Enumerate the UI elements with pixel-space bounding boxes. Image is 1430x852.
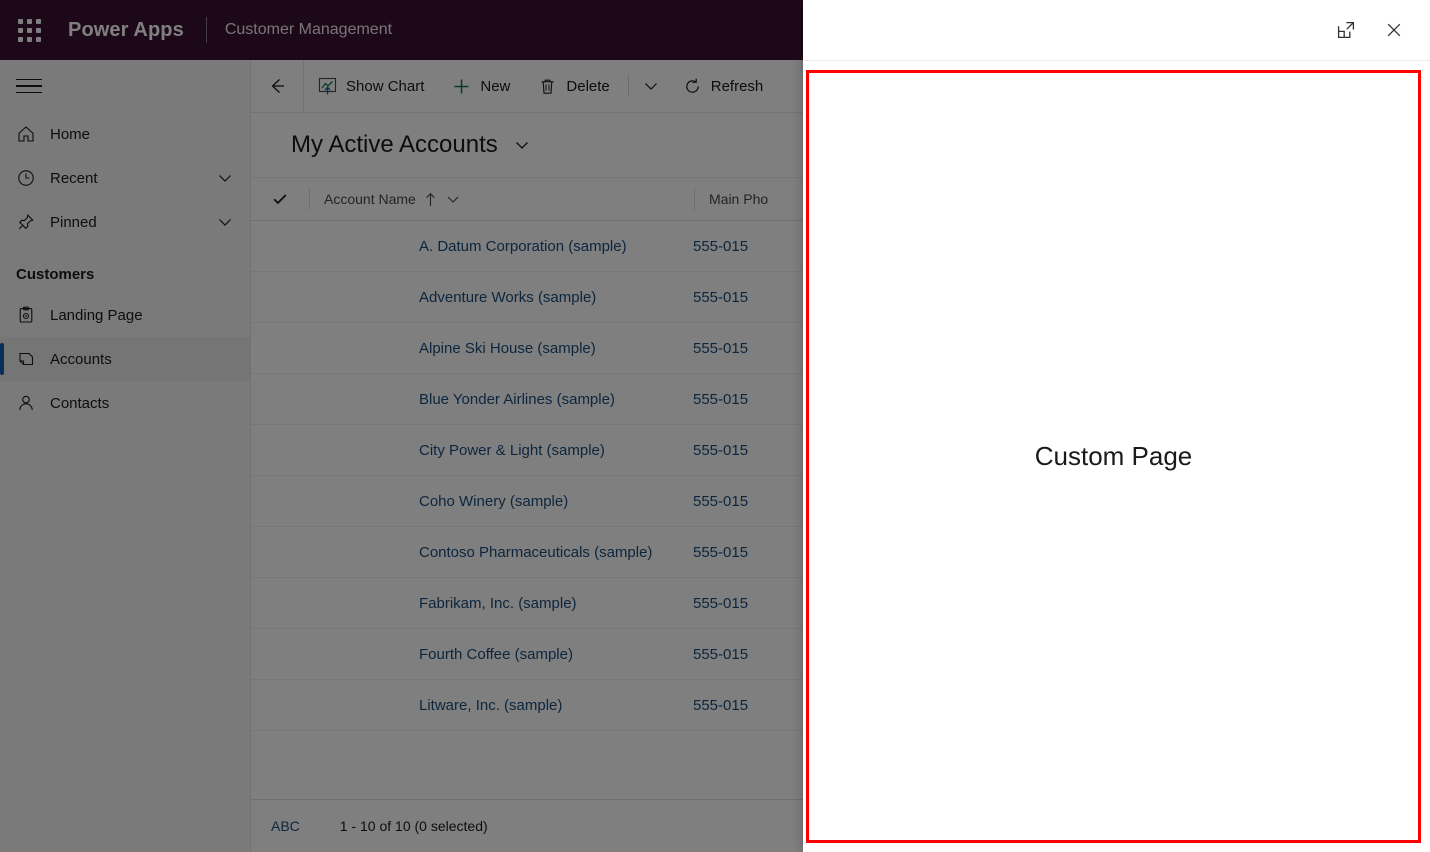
popout-button[interactable] — [1326, 10, 1366, 50]
close-button[interactable] — [1374, 10, 1414, 50]
custom-page-canvas[interactable]: Custom Page — [806, 70, 1421, 843]
modal-overlay[interactable] — [0, 0, 805, 852]
close-icon — [1384, 20, 1404, 40]
custom-page-label: Custom Page — [1035, 441, 1193, 472]
custom-page-dialog: Custom Page — [803, 0, 1430, 852]
open-in-new-window-icon — [1336, 20, 1356, 40]
dialog-header — [803, 0, 1430, 61]
